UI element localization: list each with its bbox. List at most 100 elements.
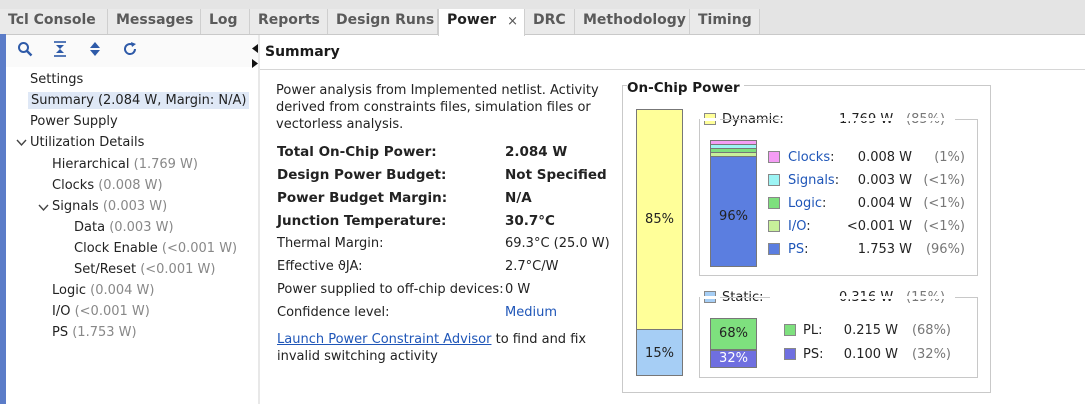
nav-set-reset-label: Set/Reset — [74, 262, 137, 277]
tab-log[interactable]: Log — [201, 9, 250, 34]
chevron-down-icon[interactable] — [16, 137, 27, 150]
nav-clocks[interactable]: Clocks (0.008 W) — [52, 178, 163, 193]
close-icon[interactable]: × — [507, 14, 518, 29]
dynamic-bar-label: 85% — [645, 212, 674, 227]
total-power-label: Total On-Chip Power: — [277, 144, 437, 160]
legend-item-colon: : — [834, 173, 840, 188]
nav-logic[interactable]: Logic (0.004 W) — [52, 283, 154, 298]
legend-item-label[interactable]: Signals — [788, 173, 835, 188]
legend-item-colon: : — [821, 196, 827, 211]
static-ps-bar-label: 32% — [719, 351, 748, 366]
legend-item-percent: (<1%) — [923, 173, 965, 188]
thermal-margin-value: 69.3°C (25.0 W) — [505, 236, 610, 251]
legend-item-value: 1.753 W — [857, 242, 912, 257]
nav-clock-enable[interactable]: Clock Enable (<0.001 W) — [74, 241, 237, 256]
summary-intro: Power analysis from Implemented netlist.… — [276, 82, 599, 133]
legend-item-label[interactable]: PS — [788, 242, 804, 257]
nav-hierarchical-label: Hierarchical — [52, 157, 130, 172]
dynamic-breakdown-label: 96% — [719, 209, 748, 224]
legend-item-colon: : — [830, 150, 835, 165]
nav-settings[interactable]: Settings — [30, 72, 83, 87]
tab-messages[interactable]: Messages — [108, 9, 201, 34]
legend-item-link[interactable]: Clocks: — [788, 150, 834, 165]
nav-io[interactable]: I/O (<0.001 W) — [52, 304, 150, 319]
left-panel-border — [0, 34, 6, 404]
nav-power-supply[interactable]: Power Supply — [30, 114, 118, 129]
power-constraint-advisor-link[interactable]: Launch Power Constraint Advisor — [277, 332, 491, 347]
legend-item-value: <0.001 W — [846, 219, 912, 234]
tab-drc[interactable]: DRC — [525, 9, 575, 34]
legend-swatch — [768, 197, 780, 209]
legend-item-label: PL: — [803, 323, 823, 338]
nav-summary[interactable]: Summary (2.084 W, Margin: N/A) — [28, 92, 250, 109]
tab-design-runs[interactable]: Design Runs — [328, 9, 438, 34]
chart-title: On-Chip Power — [627, 80, 744, 96]
power-budget-label: Design Power Budget: — [277, 167, 447, 183]
nav-clocks-label: Clocks — [52, 178, 95, 193]
nav-data-value: (0.003 W) — [109, 220, 174, 235]
legend-item-colon: : — [804, 242, 809, 257]
dynamic-breakdown-bar — [710, 140, 757, 267]
confidence-level-link[interactable]: Medium — [505, 305, 557, 320]
junction-temp-value: 30.7°C — [505, 213, 555, 229]
nav-set-reset[interactable]: Set/Reset (<0.001 W) — [74, 262, 215, 277]
legend-swatch — [768, 220, 780, 232]
legend-item-label[interactable]: Logic — [788, 196, 822, 211]
legend-swatch — [784, 324, 796, 336]
group-gap — [700, 118, 720, 121]
nav-ps[interactable]: PS (1.753 W) — [52, 325, 137, 340]
nav-ps-label: PS — [52, 325, 69, 340]
expand-all-icon[interactable] — [86, 41, 104, 59]
legend-item-percent: (<1%) — [923, 219, 965, 234]
nav-signals-value: (0.003 W) — [102, 199, 168, 214]
budget-margin-label: Power Budget Margin: — [277, 190, 448, 206]
nav-io-value: (<0.001 W) — [74, 304, 150, 319]
group-gap — [770, 296, 955, 299]
summary-header — [260, 35, 1085, 70]
collapse-all-icon[interactable] — [51, 41, 69, 59]
static-bar-label: 15% — [645, 346, 674, 361]
nav-utilization-details[interactable]: Utilization Details — [30, 135, 144, 150]
nav-logic-label: Logic — [52, 283, 86, 298]
panel-splitter[interactable] — [258, 35, 260, 404]
legend-item-link[interactable]: I/O: — [788, 219, 811, 234]
legend-item-value: 0.215 W — [843, 323, 898, 338]
tab-timing[interactable]: Timing — [690, 9, 760, 34]
nav-clock-enable-value: (<0.001 W) — [161, 241, 238, 256]
legend-item-percent: (<1%) — [923, 196, 965, 211]
tab-methodology[interactable]: Methodology — [575, 9, 690, 34]
nav-data-label: Data — [74, 220, 106, 235]
confidence-label: Confidence level: — [277, 305, 390, 320]
nav-data[interactable]: Data (0.003 W) — [74, 220, 174, 235]
junction-temp-label: Junction Temperature: — [277, 213, 447, 229]
legend-item-label[interactable]: Clocks — [788, 150, 830, 165]
thermal-margin-label: Thermal Margin: — [277, 236, 384, 251]
expand-right-icon[interactable] — [252, 59, 259, 71]
collapse-left-icon[interactable] — [252, 44, 259, 56]
tab-reports[interactable]: Reports — [250, 9, 328, 34]
nav-set-reset-value: (<0.001 W) — [140, 262, 216, 277]
legend-item-link[interactable]: PS: — [788, 242, 808, 257]
nav-clock-enable-label: Clock Enable — [74, 241, 158, 256]
legend-swatch — [784, 348, 796, 360]
offchip-power-value: 0 W — [505, 282, 531, 297]
search-icon[interactable] — [16, 41, 34, 59]
nav-hierarchical[interactable]: Hierarchical (1.769 W) — [52, 157, 198, 172]
tab-power[interactable]: Power × — [438, 9, 525, 36]
nav-hierarchical-value: (1.769 W) — [133, 157, 198, 172]
legend-swatch — [768, 243, 780, 255]
refresh-icon[interactable] — [121, 41, 139, 59]
legend-item-link[interactable]: Logic: — [788, 196, 826, 211]
budget-margin-value: N/A — [505, 190, 532, 206]
legend-item-percent: (1%) — [934, 150, 965, 165]
legend-item-value: 0.004 W — [857, 196, 912, 211]
legend-swatch — [768, 151, 780, 163]
legend-item-colon: : — [806, 219, 811, 234]
tab-tcl-console[interactable]: Tcl Console — [0, 9, 108, 34]
legend-item-percent: (32%) — [911, 347, 951, 362]
chevron-down-icon[interactable] — [38, 202, 49, 215]
legend-item-value: 0.100 W — [843, 347, 898, 362]
nav-signals[interactable]: Signals (0.003 W) — [52, 199, 167, 214]
legend-item-link[interactable]: Signals: — [788, 173, 839, 188]
legend-item-label[interactable]: I/O — [788, 219, 806, 234]
